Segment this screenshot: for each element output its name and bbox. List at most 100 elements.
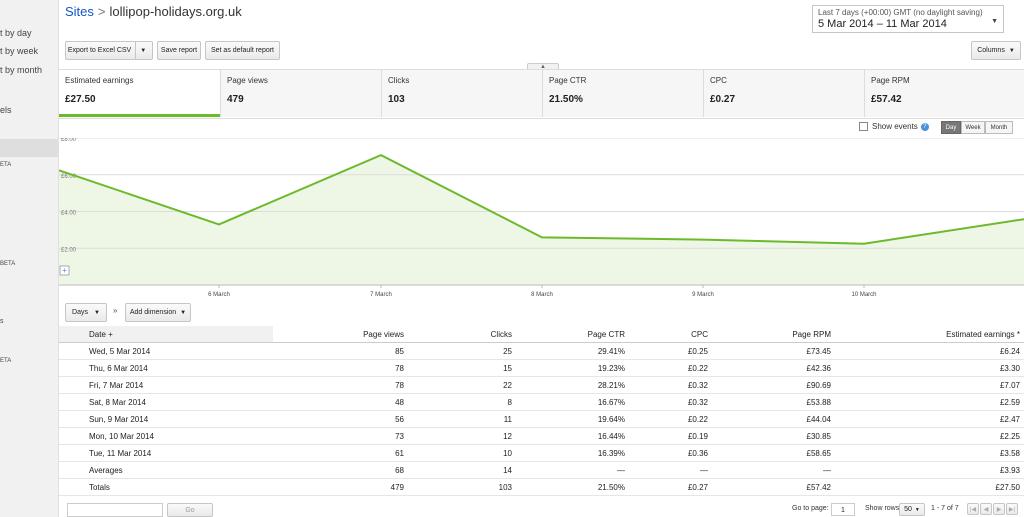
granularity-month-button[interactable]: Month <box>985 121 1013 134</box>
page-views-cell: 78 <box>273 376 408 394</box>
metric-label: CPC <box>710 76 727 85</box>
cpc-cell: — <box>629 461 712 479</box>
nav-item-selected[interactable] <box>0 139 58 157</box>
metric-card-clicks[interactable]: Clicks 103 <box>381 70 542 117</box>
page-views-cell: 85 <box>273 342 408 360</box>
page-views-cell: 479 <box>273 478 408 496</box>
show-rows-label: Show rows: <box>865 505 902 512</box>
page-rpm-cell: £42.36 <box>712 359 835 377</box>
table-row: Mon, 10 Mar 2014 73 12 16.44% £0.19 £30.… <box>59 427 1024 445</box>
column-header-date[interactable]: Date + <box>59 326 273 343</box>
sort-marker: + <box>108 329 113 339</box>
clicks-cell: 22 <box>408 376 516 394</box>
nav-item-beta-2[interactable]: BETA <box>0 261 15 267</box>
earnings-cell: £3.58 <box>835 444 1024 462</box>
add-dimension-button[interactable]: Add dimension ▼ <box>125 303 191 322</box>
breadcrumb-sites-link[interactable]: Sites <box>65 4 94 19</box>
clicks-cell: 10 <box>408 444 516 462</box>
table-row: Sun, 9 Mar 2014 56 11 19.64% £0.22 £44.0… <box>59 410 1024 428</box>
cpc-cell: £0.19 <box>629 427 712 445</box>
metric-card-page-rpm[interactable]: Page RPM £57.42 <box>864 70 1024 117</box>
next-page-button[interactable]: ▶ <box>993 503 1005 515</box>
cpc-cell: £0.22 <box>629 359 712 377</box>
table-row: Wed, 5 Mar 2014 85 25 29.41% £0.25 £73.4… <box>59 342 1024 360</box>
page-ctr-cell: — <box>516 461 629 479</box>
page-ctr-cell: 29.41% <box>516 342 629 360</box>
show-events-checkbox[interactable] <box>859 122 868 131</box>
date-cell: Wed, 5 Mar 2014 <box>59 342 273 360</box>
nav-item-channels[interactable]: els <box>0 105 12 115</box>
nav-item-s[interactable]: s <box>0 318 4 325</box>
totals-label: Totals <box>59 478 273 496</box>
page-ctr-cell: 16.67% <box>516 393 629 411</box>
page-views-cell: 48 <box>273 393 408 411</box>
column-header-page-ctr[interactable]: Page CTR <box>516 326 629 343</box>
cpc-cell: £0.22 <box>629 410 712 428</box>
selected-metric-indicator <box>59 114 220 117</box>
columns-button[interactable]: Columns ▼ <box>971 41 1021 60</box>
metric-card-page-ctr[interactable]: Page CTR 21.50% <box>542 70 703 117</box>
save-report-button[interactable]: Save report <box>157 41 201 60</box>
page-rpm-cell: £30.85 <box>712 427 835 445</box>
metric-card-earnings[interactable]: Estimated earnings £27.50 <box>59 70 220 117</box>
page-ctr-cell: 21.50% <box>516 478 629 496</box>
metric-label: Estimated earnings <box>65 76 134 85</box>
metric-value: £27.50 <box>65 94 96 105</box>
double-chevron-icon: » <box>113 306 118 315</box>
last-page-button[interactable]: ▶| <box>1006 503 1018 515</box>
column-header-estimated-earnings[interactable]: Estimated earnings * <box>835 326 1024 343</box>
nav-item-by-day[interactable]: t by day <box>0 28 32 38</box>
chevron-down-icon[interactable]: ▼ <box>135 42 150 59</box>
x-tick-label: 6 March <box>208 292 230 298</box>
metric-value: 103 <box>388 94 405 105</box>
show-events-toggle[interactable]: Show events ? <box>859 122 929 131</box>
date-cell: Sat, 8 Mar 2014 <box>59 393 273 411</box>
table-row: Sat, 8 Mar 2014 48 8 16.67% £0.32 £53.88… <box>59 393 1024 411</box>
first-page-button[interactable]: |◀ <box>967 503 979 515</box>
metric-card-cpc[interactable]: CPC £0.27 <box>703 70 864 117</box>
column-header-cpc[interactable]: CPC <box>629 326 712 343</box>
metric-label: Page views <box>227 76 268 85</box>
export-csv-button[interactable]: Export to Excel CSV ▼ <box>65 41 153 60</box>
clicks-cell: 15 <box>408 359 516 377</box>
granularity-day-button[interactable]: Day <box>941 121 961 134</box>
column-header-clicks[interactable]: Clicks <box>408 326 516 343</box>
nav-item-by-week[interactable]: t by week <box>0 46 38 56</box>
page-ctr-cell: 19.64% <box>516 410 629 428</box>
nav-item-beta-3[interactable]: ETA <box>0 358 11 364</box>
page-ctr-cell: 28.21% <box>516 376 629 394</box>
prev-page-button[interactable]: ◀ <box>980 503 992 515</box>
chevron-down-icon: ▼ <box>94 309 100 316</box>
date-cell: Fri, 7 Mar 2014 <box>59 376 273 394</box>
metric-value: £57.42 <box>871 94 902 105</box>
date-range-picker[interactable]: Last 7 days (+00:00) GMT (no daylight sa… <box>812 5 1004 33</box>
dimension-select[interactable]: Days ▼ <box>65 303 107 322</box>
earnings-cell: £7.07 <box>835 376 1024 394</box>
column-header-page-rpm[interactable]: Page RPM <box>712 326 835 343</box>
column-header-page-views[interactable]: Page views <box>273 326 408 343</box>
set-default-report-button[interactable]: Set as default report <box>205 41 280 60</box>
granularity-week-button[interactable]: Week <box>961 121 985 134</box>
go-to-page-input[interactable]: 1 <box>831 503 855 516</box>
metric-card-page-views[interactable]: Page views 479 <box>220 70 381 117</box>
totals-row: Totals 479 103 21.50% £0.27 £57.42 £27.5… <box>59 478 1024 496</box>
clicks-cell: 11 <box>408 410 516 428</box>
nav-item-by-month[interactable]: t by month <box>0 65 42 75</box>
earnings-cell: £3.93 <box>835 461 1024 479</box>
date-cell: Mon, 10 Mar 2014 <box>59 427 273 445</box>
clicks-cell: 8 <box>408 393 516 411</box>
table-row: Thu, 6 Mar 2014 78 15 19.23% £0.22 £42.3… <box>59 359 1024 377</box>
table-row: Tue, 11 Mar 2014 61 10 16.39% £0.36 £58.… <box>59 444 1024 462</box>
page-ctr-cell: 19.23% <box>516 359 629 377</box>
cpc-cell: £0.25 <box>629 342 712 360</box>
help-icon[interactable]: ? <box>920 122 929 131</box>
metric-value: 479 <box>227 94 244 105</box>
zoom-plus-icon: + <box>62 266 67 275</box>
report-table: Date + Page views Clicks Page CTR CPC Pa… <box>59 326 1024 496</box>
filter-input[interactable] <box>67 503 163 517</box>
go-button[interactable]: Go <box>167 503 213 517</box>
x-tick-label: 7 March <box>370 292 392 298</box>
cpc-cell: £0.32 <box>629 376 712 394</box>
nav-item-beta-1[interactable]: ETA <box>0 162 11 168</box>
show-rows-select[interactable]: 50 ▼ <box>899 503 925 516</box>
